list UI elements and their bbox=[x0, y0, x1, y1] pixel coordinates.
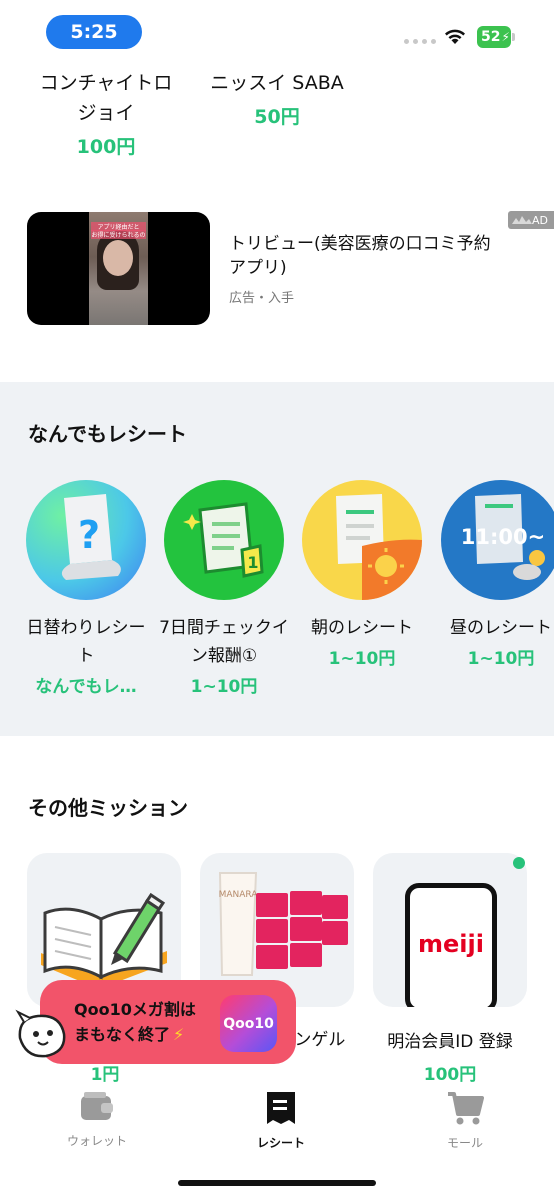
battery-level: 52 bbox=[481, 29, 501, 45]
receipt-section-title: なんでもレシート bbox=[28, 422, 187, 446]
receipt-item-reward: 1~10円 bbox=[467, 649, 535, 669]
qoo10-promo-text[interactable]: Qoo10メガ割は まもなく終了 ⚡ bbox=[74, 997, 196, 1047]
product-name: コンチャイトロジョイ bbox=[39, 72, 173, 124]
tab-label: モール bbox=[446, 1136, 483, 1150]
product-brand: MANARA bbox=[219, 890, 259, 900]
ad-image-caption: お得に受けられるの bbox=[91, 230, 146, 239]
receipt-item-reward: 1~10円 bbox=[190, 677, 258, 697]
qoo10-logo[interactable]: Qoo10 bbox=[220, 995, 277, 1052]
meiji-logo: meiji bbox=[418, 930, 484, 958]
product-item[interactable]: コンチャイトロジョイ 100円 bbox=[36, 68, 176, 159]
tab-label: ウォレット bbox=[66, 1134, 127, 1148]
ad-badge[interactable]: AD bbox=[508, 211, 554, 229]
qoo10-promo-line2: まもなく終了 bbox=[74, 1025, 171, 1044]
lightning-icon: ⚡ bbox=[173, 1025, 185, 1044]
wallet-icon bbox=[81, 1092, 113, 1120]
product-name: ニッスイ SABA bbox=[210, 72, 344, 94]
morning-receipt-icon bbox=[302, 480, 422, 600]
status-time: 5:25 bbox=[46, 15, 142, 49]
battery-icon: 52 ⚡ bbox=[477, 26, 511, 48]
daily-receipt-icon: ? bbox=[26, 480, 146, 600]
receipt-item-name: 朝のレシート bbox=[311, 618, 413, 638]
product-price: 50円 bbox=[254, 106, 300, 128]
ad-title[interactable]: トリビュー(美容医療の口コミ予約アプリ) bbox=[229, 232, 499, 280]
ad-meta: 広告・入手 bbox=[229, 291, 295, 306]
receipt-item-daily[interactable]: ? 日替わりレシート なんでもレ… bbox=[21, 480, 151, 697]
receipt-item-name: 昼のレシート bbox=[450, 618, 552, 638]
cellular-signal-icon bbox=[404, 39, 436, 44]
receipt-item-checkin[interactable]: 1 7日間チェックイン報酬① 1~10円 bbox=[159, 480, 289, 697]
tab-label: レシート bbox=[256, 1136, 305, 1150]
home-indicator[interactable] bbox=[178, 1180, 376, 1186]
svg-text:1: 1 bbox=[247, 553, 258, 572]
mascot-icon bbox=[15, 1009, 66, 1058]
mission-card-price: 100円 bbox=[423, 1065, 477, 1085]
noon-receipt-icon: 11:00~ bbox=[441, 480, 554, 600]
receipt-item-morning[interactable]: 朝のレシート 1~10円 bbox=[297, 480, 427, 669]
tab-receipt[interactable]: レシート bbox=[226, 1090, 336, 1151]
receipt-item-name: 日替わりレシート bbox=[26, 618, 146, 666]
receipt-item-reward: なんでもレ… bbox=[35, 677, 137, 697]
cart-icon bbox=[448, 1092, 484, 1125]
tab-wallet[interactable]: ウォレット bbox=[42, 1090, 152, 1149]
receipt-item-noon[interactable]: 11:00~ 昼のレシート 1~10円 bbox=[436, 480, 554, 669]
tab-mall[interactable]: モール bbox=[410, 1090, 520, 1151]
ad-photo: アプリ経由だと お得に受けられるの bbox=[89, 212, 148, 325]
mission-card-meiji[interactable]: meiji bbox=[373, 853, 527, 1007]
ad-thumbnail[interactable]: アプリ経由だと お得に受けられるの bbox=[27, 212, 210, 325]
ad-badge-icon bbox=[512, 216, 532, 224]
mission-section-title: その他ミッション bbox=[28, 796, 188, 820]
receipt-icon bbox=[267, 1092, 295, 1124]
svg-text:?: ? bbox=[78, 513, 100, 557]
product-item[interactable]: ニッスイ SABA 50円 bbox=[206, 68, 348, 129]
phone-illustration: meiji bbox=[405, 883, 497, 1007]
battery-cap bbox=[512, 33, 515, 41]
receipt-item-reward: 1~10円 bbox=[328, 649, 396, 669]
mission-card-name: 明治会員ID 登録 bbox=[387, 1032, 513, 1052]
checkin-receipt-icon: 1 bbox=[164, 480, 284, 600]
status-bar: 5:25 52 ⚡ bbox=[0, 0, 554, 64]
new-indicator-dot bbox=[513, 857, 525, 869]
qoo10-promo-line1: Qoo10メガ割は bbox=[74, 1000, 196, 1019]
wifi-icon bbox=[445, 29, 465, 44]
noon-time-label: 11:00~ bbox=[461, 525, 545, 549]
receipt-item-name: 7日間チェックイン報酬① bbox=[159, 618, 289, 666]
product-price: 100円 bbox=[76, 136, 136, 158]
ad-badge-label: AD bbox=[532, 213, 548, 227]
